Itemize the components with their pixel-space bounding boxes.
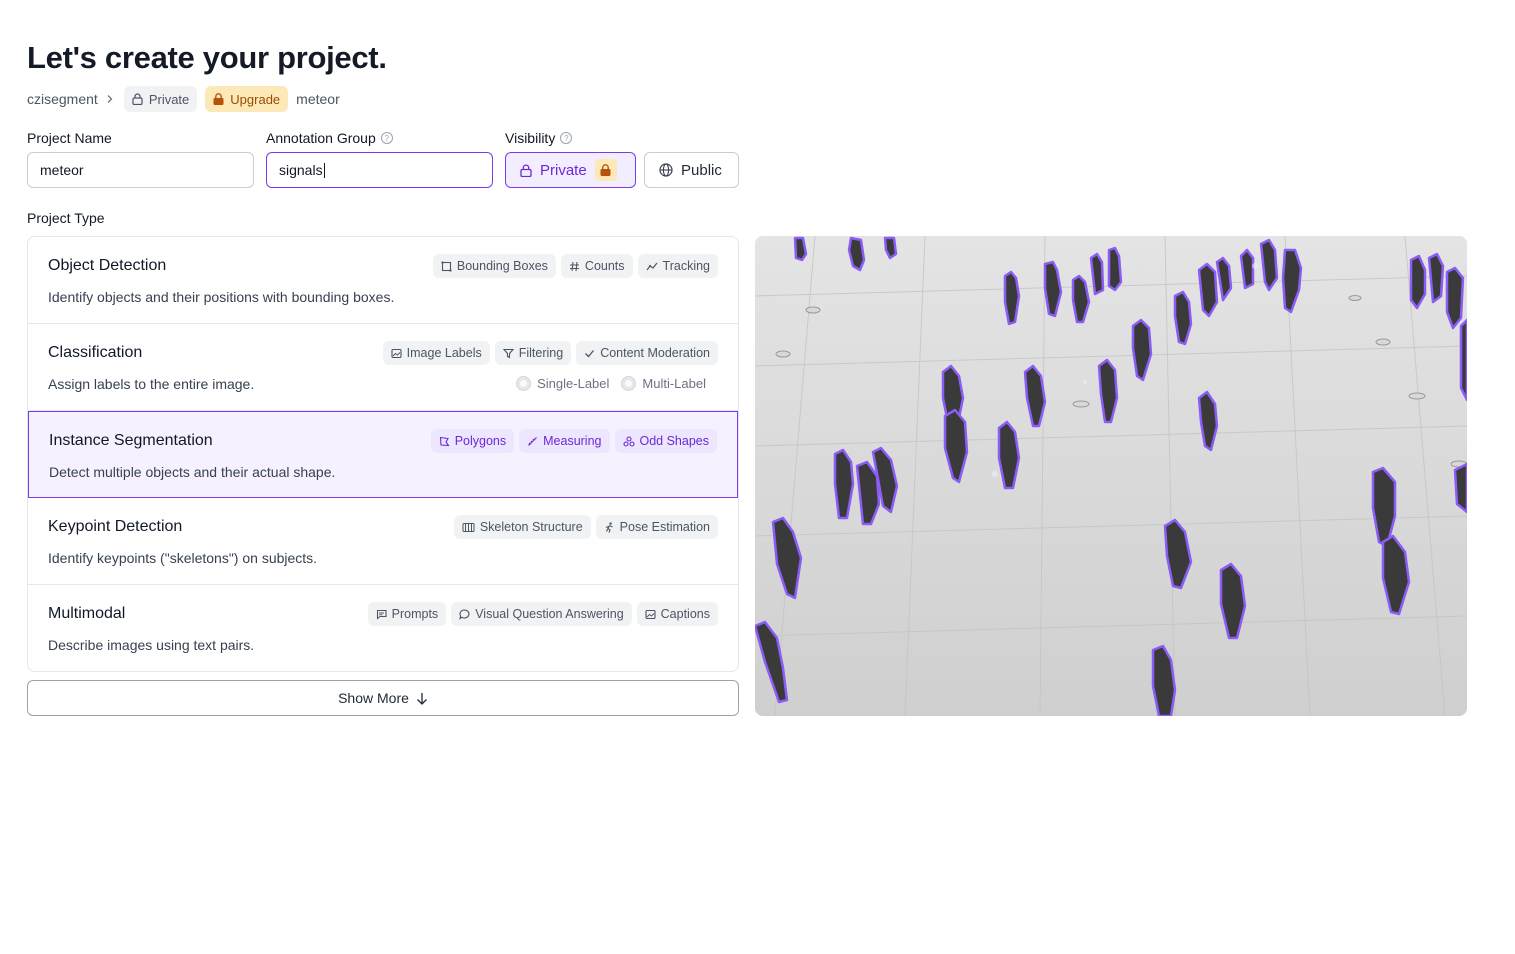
tag-prompts: Prompts [367, 602, 447, 626]
multi-label-radio[interactable]: Multi-Label [621, 376, 706, 391]
breadcrumb-workspace[interactable]: czisegment [27, 91, 98, 107]
show-more-button[interactable]: Show More [27, 680, 739, 716]
text-caret [323, 162, 325, 178]
type-tags: Polygons Measuring Odd Shapes [430, 429, 717, 453]
tracking-icon [646, 262, 657, 270]
help-icon[interactable]: ? [380, 132, 393, 144]
globe-icon [659, 163, 673, 177]
private-badge: Private [123, 86, 198, 112]
segmentation-preview-image [755, 236, 1467, 716]
tag-skeleton-structure: Skeleton Structure [453, 515, 591, 539]
visibility-public-button[interactable]: Public [644, 152, 739, 188]
single-label-radio[interactable]: Single-Label [516, 376, 609, 391]
ruler-icon [528, 436, 538, 446]
visibility-private-button[interactable]: Private [505, 152, 636, 188]
lock-icon [520, 164, 532, 177]
lock-icon [213, 93, 224, 105]
prompt-icon [376, 609, 387, 620]
project-type-list: Object Detection Bounding Boxes Counts T… [27, 236, 739, 672]
shapes-icon [622, 435, 635, 447]
type-description: Describe images using text pairs. [48, 637, 255, 653]
type-description: Identify objects and their positions wit… [48, 289, 395, 305]
tag-image-labels: Image Labels [382, 341, 490, 365]
breadcrumb: czisegment Private Upgrade meteor [27, 86, 340, 112]
project-name-input[interactable]: meteor [27, 152, 254, 188]
chat-bubble-icon [459, 608, 470, 620]
tag-tracking: Tracking [637, 254, 718, 278]
tag-measuring: Measuring [519, 429, 610, 453]
project-type-label: Project Type [27, 210, 105, 226]
tag-captions: Captions [636, 602, 718, 626]
tag-visual-question-answering: Visual Question Answering [451, 602, 632, 626]
project-type-keypoint-detection[interactable]: Keypoint Detection Skeleton Structure Po… [28, 498, 738, 585]
arrow-down-icon [416, 692, 427, 705]
image-icon [645, 609, 656, 619]
image-icon [391, 348, 402, 358]
help-icon[interactable]: ? [560, 132, 573, 144]
project-type-classification[interactable]: Classification Image Labels Filtering Co… [28, 324, 738, 411]
chevron-right-icon [104, 93, 116, 105]
bounding-box-icon [441, 261, 452, 271]
tag-pose-estimation: Pose Estimation [595, 515, 718, 539]
crowd-segmentation-illustration [755, 236, 1467, 716]
breadcrumb-project: meteor [296, 91, 340, 107]
hash-icon [569, 261, 579, 271]
skeleton-icon [462, 522, 475, 532]
project-type-object-detection[interactable]: Object Detection Bounding Boxes Counts T… [28, 237, 738, 324]
radio-icon [621, 376, 637, 391]
filter-icon [502, 348, 514, 358]
type-name: Classification [48, 344, 143, 361]
tag-bounding-boxes: Bounding Boxes [432, 254, 556, 278]
type-name: Keypoint Detection [48, 518, 183, 535]
visibility-label: Visibility ? [505, 130, 573, 146]
project-type-instance-segmentation[interactable]: Instance Segmentation Polygons Measuring… [28, 411, 738, 498]
radio-icon [516, 376, 532, 391]
tag-content-moderation: Content Moderation [576, 341, 718, 365]
page-title: Let's create your project. [27, 40, 387, 75]
type-description: Detect multiple objects and their actual… [49, 464, 336, 480]
annotation-group-label: Annotation Group ? [266, 130, 393, 146]
person-running-icon [605, 521, 613, 533]
tag-polygons: Polygons [430, 429, 515, 453]
type-tags: Image Labels Filtering Content Moderatio… [382, 341, 718, 365]
label-mode-options: Single-Label Multi-Label [516, 376, 706, 391]
tag-filtering: Filtering [494, 341, 572, 365]
polygon-icon [439, 436, 450, 446]
lock-icon [132, 93, 143, 105]
annotation-group-input[interactable]: signals [266, 152, 493, 188]
tag-counts: Counts [560, 254, 633, 278]
type-name: Multimodal [48, 605, 126, 622]
tag-odd-shapes: Odd Shapes [614, 429, 717, 453]
project-type-multimodal[interactable]: Multimodal Prompts Visual Question Answe… [28, 585, 738, 671]
project-name-label: Project Name [27, 130, 112, 146]
type-tags: Bounding Boxes Counts Tracking [432, 254, 718, 278]
type-name: Instance Segmentation [49, 432, 213, 449]
type-tags: Prompts Visual Question Answering Captio… [367, 602, 718, 626]
check-icon [585, 349, 595, 357]
type-tags: Skeleton Structure Pose Estimation [453, 515, 718, 539]
type-description: Assign labels to the entire image. [48, 376, 255, 392]
premium-lock-icon [594, 159, 617, 181]
upgrade-badge[interactable]: Upgrade [205, 86, 289, 112]
type-description: Identify keypoints ("skeletons") on subj… [48, 550, 318, 566]
type-name: Object Detection [48, 257, 167, 274]
